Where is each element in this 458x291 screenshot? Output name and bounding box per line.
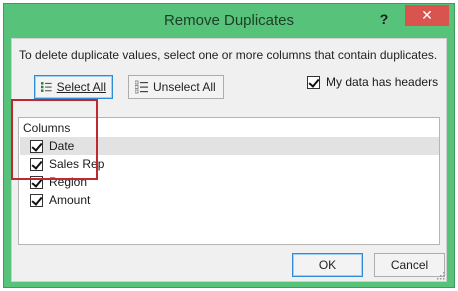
checklist-icon xyxy=(41,82,52,92)
columns-highlight-box xyxy=(11,99,98,180)
help-button[interactable]: ? xyxy=(374,8,394,30)
ok-button[interactable]: OK xyxy=(292,253,363,277)
list-icon xyxy=(135,80,148,94)
unselect-all-button[interactable]: Unselect All xyxy=(128,75,224,99)
resize-grip-icon[interactable] xyxy=(437,272,445,280)
select-all-button[interactable]: Select All xyxy=(34,75,113,99)
column-item-amount[interactable]: Amount xyxy=(20,191,439,209)
my-data-has-headers-checkbox[interactable]: My data has headers xyxy=(307,75,438,89)
headers-checkbox-label: My data has headers xyxy=(326,75,439,89)
select-all-label: Select All xyxy=(57,80,106,94)
cancel-button[interactable]: Cancel xyxy=(374,253,445,277)
select-all-label-text: Select All xyxy=(56,80,106,94)
column-checkbox[interactable] xyxy=(30,193,43,207)
remove-duplicates-dialog: Remove Duplicates ? ✕ To delete duplicat… xyxy=(3,3,455,288)
unselect-all-label: Unselect All xyxy=(153,80,216,94)
headers-checkbox-box[interactable] xyxy=(307,75,320,89)
instruction-text: To delete duplicate values, select one o… xyxy=(19,48,438,62)
close-button[interactable]: ✕ xyxy=(405,5,449,26)
column-label: Amount xyxy=(49,193,91,207)
